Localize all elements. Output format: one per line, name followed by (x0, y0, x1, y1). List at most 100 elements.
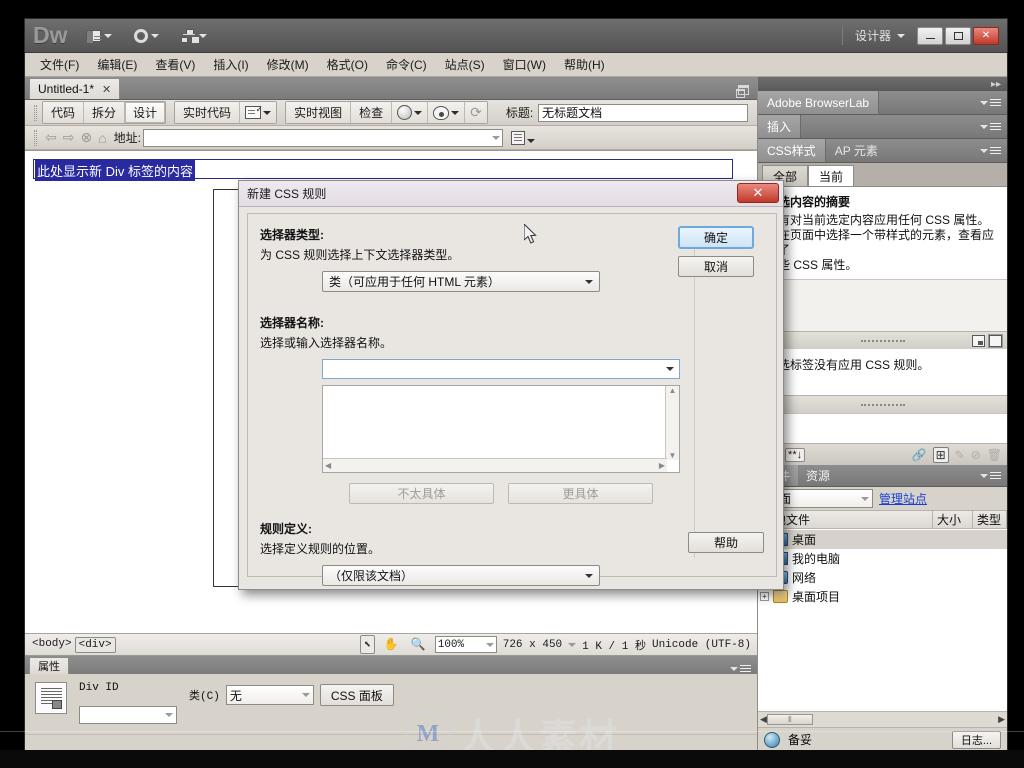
tab-properties[interactable]: 属性 (29, 657, 69, 674)
preview-browser-button[interactable] (392, 102, 429, 123)
list-item[interactable]: + 桌面项目 (758, 587, 1007, 606)
scroll-down-icon[interactable]: ▼ (669, 451, 677, 460)
menu-item-modify[interactable]: 修改(M) (258, 53, 318, 76)
menu-item-format[interactable]: 格式(O) (318, 53, 377, 76)
selector-suggestions-list[interactable]: ▲ ▼ ◀ ▶ (322, 385, 680, 473)
page-title-input[interactable]: 无标题文档 (538, 103, 749, 122)
maximize-button[interactable] (945, 26, 971, 45)
chevron-down-icon[interactable] (666, 367, 674, 371)
design-view-button[interactable]: 设计 (125, 102, 166, 123)
menu-item-site[interactable]: 站点(S) (436, 53, 494, 76)
chevron-down-icon[interactable] (527, 138, 536, 143)
column-header-size[interactable]: 大小 (933, 510, 973, 529)
select-tool-icon[interactable]: ⬉ (359, 635, 375, 654)
chevron-down-icon[interactable] (897, 33, 905, 38)
scroll-left-icon[interactable]: ◀ (760, 714, 767, 725)
live-view-button[interactable]: 实时视图 (286, 102, 352, 123)
scroll-up-icon[interactable]: ▲ (669, 386, 677, 395)
insert-panel-menu-button[interactable] (980, 121, 1001, 132)
more-specific-button[interactable]: 更具体 (508, 483, 653, 504)
tab-adobe-browserlab[interactable]: Adobe BrowserLab (758, 91, 880, 114)
toolbar-grip[interactable] (34, 129, 37, 146)
chevron-down-icon[interactable] (568, 642, 577, 647)
div-content-text[interactable]: 此处显示新 Div 标签的内容 (35, 160, 196, 181)
cancel-button[interactable]: 取消 (678, 256, 754, 277)
class-select[interactable]: 无 (225, 685, 314, 705)
hand-tool-icon[interactable]: ✋ (381, 636, 402, 653)
log-button[interactable]: 日志... (951, 730, 1001, 749)
attach-stylesheet-icon[interactable]: 🔗 (912, 448, 927, 462)
minimize-button[interactable] (917, 26, 943, 45)
div-id-input[interactable] (79, 706, 177, 724)
list-item[interactable]: + 网络 (758, 568, 1007, 587)
tab-insert[interactable]: 插入 (758, 115, 802, 138)
close-icon[interactable]: ✕ (102, 83, 111, 96)
files-horizontal-scrollbar[interactable]: ◀ ⦀ ▶ (758, 711, 1007, 727)
window-size-value[interactable]: 726 x 450 (503, 639, 562, 651)
scroll-right-icon[interactable]: ▶ (998, 714, 1005, 725)
tab-assets[interactable]: 资源 (798, 465, 838, 486)
chevron-down-icon[interactable] (492, 135, 501, 140)
visual-aids-button[interactable] (428, 102, 466, 123)
tab-css-styles[interactable]: CSS样式 (758, 139, 826, 162)
css-properties-grid[interactable] (758, 413, 1007, 443)
files-tree[interactable]: 桌面 + 我的电脑 + 网络 + 桌面项目 (758, 529, 1007, 711)
tag-body[interactable]: <body> (29, 637, 75, 653)
close-button[interactable]: ✕ (973, 26, 999, 45)
menu-item-insert[interactable]: 插入(I) (204, 53, 257, 76)
list-horizontal-scrollbar[interactable]: ◀ ▶ (323, 458, 667, 472)
code-view-button[interactable]: 代码 (43, 102, 85, 123)
tab-ap-elements[interactable]: AP 元素 (826, 139, 887, 162)
expand-icon[interactable]: + (760, 592, 769, 601)
menu-item-help[interactable]: 帮助(H) (555, 53, 614, 76)
site-manager-button[interactable] (177, 26, 211, 45)
css-filter-current[interactable]: 当前 (808, 165, 855, 186)
stop-icon[interactable]: ⊗ (80, 129, 92, 146)
dialog-close-button[interactable]: ✕ (737, 183, 779, 203)
home-icon[interactable]: ⌂ (98, 130, 106, 146)
refresh-button[interactable]: ⟳ (465, 102, 487, 123)
files-panel-menu-button[interactable] (980, 470, 1001, 481)
split-view-button[interactable]: 拆分 (84, 102, 126, 123)
ok-button[interactable]: 确定 (678, 226, 754, 249)
selector-name-input[interactable] (322, 359, 680, 379)
menu-item-view[interactable]: 查看(V) (146, 53, 204, 76)
menu-item-window[interactable]: 窗口(W) (494, 53, 555, 76)
layout-switcher-button[interactable] (82, 27, 116, 45)
properties-section-splitter[interactable] (758, 395, 1007, 413)
rules-section-splitter[interactable] (758, 331, 1007, 349)
toolbar-grip[interactable] (34, 104, 37, 121)
properties-panel-menu-button[interactable] (730, 663, 751, 674)
css-panel-button[interactable]: CSS 面板 (319, 684, 394, 706)
document-tab[interactable]: Untitled-1* ✕ (29, 78, 121, 99)
address-input[interactable] (143, 128, 504, 147)
live-code-options-button[interactable] (240, 102, 277, 123)
less-specific-button[interactable]: 不太具体 (349, 483, 494, 504)
menu-item-edit[interactable]: 编辑(E) (88, 53, 146, 76)
about-rule-icon[interactable] (972, 334, 985, 347)
menu-item-file[interactable]: 文件(F) (31, 53, 88, 76)
scroll-left-icon[interactable]: ◀ (325, 461, 331, 470)
rules-display-icon[interactable] (989, 334, 1002, 347)
scrollbar-thumb[interactable]: ⦀ (766, 714, 813, 725)
collapse-panels-button[interactable]: ▸▸ (758, 77, 1007, 91)
restore-window-icon[interactable] (736, 85, 749, 98)
category-icon[interactable]: **↓ (785, 447, 806, 462)
zoom-level-select[interactable]: 100% (434, 636, 497, 653)
menu-item-commands[interactable]: 命令(C) (377, 53, 436, 76)
list-item[interactable]: + 我的电脑 (758, 549, 1007, 568)
list-vertical-scrollbar[interactable]: ▲ ▼ (665, 386, 679, 460)
list-item[interactable]: 桌面 (758, 530, 1007, 549)
forward-arrow-icon[interactable]: ⇨ (63, 129, 75, 146)
column-header-name[interactable]: 本地文件 (758, 510, 933, 529)
browserlab-panel-menu-button[interactable] (980, 97, 1001, 108)
manage-sites-link[interactable]: 管理站点 (879, 490, 927, 507)
selector-type-select[interactable]: 类（可应用于任何 HTML 元素） (322, 271, 600, 292)
new-css-rule-icon[interactable]: ⊞ (932, 446, 949, 463)
extend-settings-button[interactable] (130, 26, 163, 46)
help-button[interactable]: 帮助 (688, 532, 764, 553)
rule-definition-select[interactable]: （仅限该文档） (322, 565, 600, 586)
file-management-icon[interactable] (511, 130, 526, 145)
tag-div[interactable]: <div> (74, 636, 116, 653)
live-code-button[interactable]: 实时代码 (175, 102, 241, 123)
